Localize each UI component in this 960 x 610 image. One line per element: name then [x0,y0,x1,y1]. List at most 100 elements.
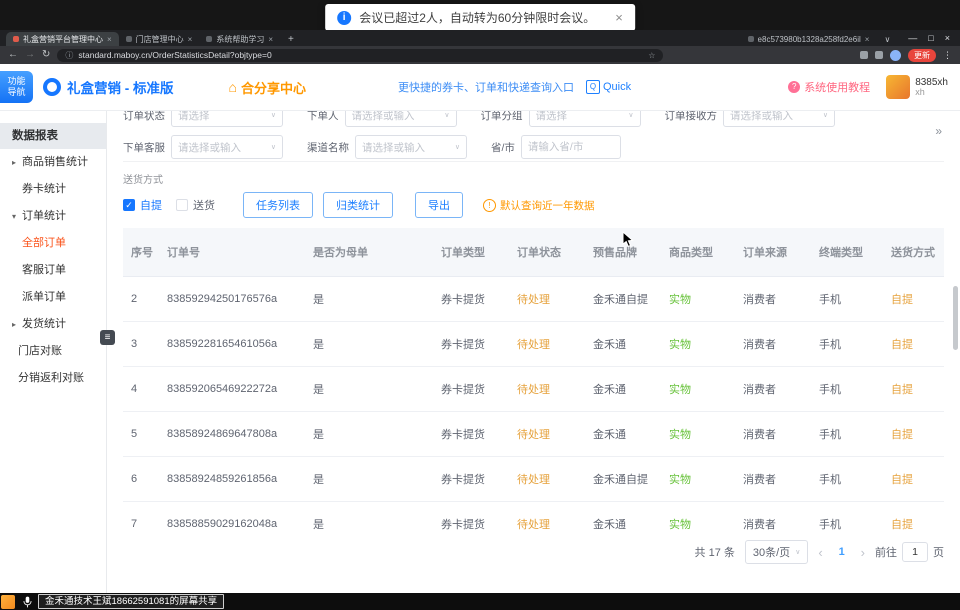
controls-row: ✓ 自提 送货 任务列表 归类统计 导出 ! 默认查询近一年数据 [123,192,944,218]
table-row[interactable]: 383859228165461056a是券卡提货待处理金禾通实物消费者手机自提 [123,322,944,367]
microphone-icon[interactable] [23,596,32,608]
province-city-input[interactable] [521,135,621,159]
cell-order_no: 83859206546922272a [159,367,305,412]
lightbulb-icon: ! [483,199,496,212]
new-tab-button[interactable]: + [288,34,294,45]
app-header: 功能 导航 礼盒营销 - 标准版 ⌂ 合分享中心 更快捷的券卡、订单和快递查询入… [0,64,960,111]
profile-avatar[interactable] [890,50,901,61]
tab-close-icon[interactable]: × [107,35,112,44]
tab-close-icon[interactable]: × [865,35,870,44]
bookmark-star-icon[interactable]: ☆ [648,51,655,60]
cell-status: 待处理 [509,322,585,367]
info-icon: i [337,11,351,25]
browser-tab[interactable]: e8c573980b1328a258fd2e6il × [741,32,877,46]
cell-order_type: 券卡提货 [433,322,509,367]
browser-tab[interactable]: 门店管理中心 × [119,32,200,46]
cell-order_no: 83858924859261856a [159,457,305,502]
chevron-right-icon: ▸ [12,149,22,176]
order-person-select[interactable]: 请选择或输入 ∨ [345,111,457,127]
minimize-icon[interactable]: — [908,33,917,43]
sidebar-item-service-orders[interactable]: 客服订单 [0,257,106,284]
cell-source: 消费者 [735,277,811,322]
column-header: 订单状态 [509,228,585,277]
browser-addressbar: ← → ↻ ⓘ standard.maboy.cn/OrderStatistic… [0,46,960,64]
cell-product_type: 实物 [661,322,735,367]
favicon-icon [126,36,132,42]
tab-close-icon[interactable]: × [268,35,273,44]
sidebar: 数据报表 ▸商品销售统计 券卡统计 ▾订单统计 全部订单 客服订单 [0,111,107,593]
meeting-topbar: i 会议已超过2人，自动转为60分钟限时会议。 × [0,0,960,30]
table-row[interactable]: 783858859029162048a是券卡提货待处理金禾通实物消费者手机自提 [123,502,944,533]
table-row[interactable]: 483859206546922272a是券卡提货待处理金禾通实物消费者手机自提 [123,367,944,412]
home-icon: ⌂ [229,79,237,95]
browser-tab-active[interactable]: 礼盒营销平台管理中心 × [6,32,119,46]
cell-order_no: 83858859029162048a [159,502,305,533]
cell-seq: 7 [123,502,159,533]
query-tip: ! 默认查询近一年数据 [483,198,595,213]
orders-head-row: 序号订单号是否为母单订单类型订单状态预售品牌商品类型订单来源终端类型送货方式 [123,228,944,277]
tab-close-icon[interactable]: × [188,35,193,44]
vertical-scrollbar-thumb[interactable] [953,286,958,350]
function-nav-toggle[interactable]: 功能 导航 [0,71,33,103]
chevron-down-icon: ∨ [444,111,449,119]
sidebar-item-order-stats[interactable]: ▾订单统计 [0,203,106,230]
delivery-checkbox[interactable]: 送货 [176,197,215,213]
prev-page-icon[interactable]: ‹ [818,545,822,560]
cell-source: 消费者 [735,322,811,367]
tutorial-link[interactable]: ? 系统使用教程 [788,79,870,95]
export-button[interactable]: 导出 [415,192,463,218]
next-page-icon[interactable]: › [861,545,865,560]
brand-title: 礼盒营销 - 标准版 [67,77,174,97]
extension-icon[interactable] [875,51,883,59]
page-size-select[interactable]: 30条/页 ∨ [745,540,808,564]
url-bar[interactable]: ⓘ standard.maboy.cn/OrderStatisticsDetai… [57,49,663,62]
sidebar-item-store-reconcile[interactable]: 门店对账 [0,338,106,365]
browser-tab[interactable]: 系统帮助学习 × [199,32,280,46]
cell-order_no: 83859294250176576a [159,277,305,322]
toast-message: 会议已超过2人，自动转为60分钟限时会议。 [359,9,595,26]
cell-delivery: 自提 [883,367,944,412]
order-status-select[interactable]: 请选择 ∨ [171,111,283,127]
table-row[interactable]: 683858924859261856a是券卡提货待处理金禾通自提实物消费者手机自… [123,457,944,502]
quick-search-button[interactable]: Q Quick [586,80,631,94]
table-row[interactable]: 583858924869647808a是券卡提货待处理金禾通实物消费者手机自提 [123,412,944,457]
pickup-checkbox[interactable]: ✓ 自提 [123,197,162,213]
sidebar-item-shipping-stats[interactable]: ▸发货统计 [0,311,106,338]
sidebar-collapse-handle[interactable]: ≡ [100,330,115,345]
screen: i 会议已超过2人，自动转为60分钟限时会议。 × 礼盒营销平台管理中心 × 门… [0,0,960,610]
reload-icon[interactable]: ↻ [42,50,50,60]
brand-link[interactable]: 礼盒营销 - 标准版 [43,77,174,97]
category-stats-button[interactable]: 归类统计 [323,192,393,218]
task-list-button[interactable]: 任务列表 [243,192,313,218]
sidebar-item-card-stats[interactable]: 券卡统计 [0,176,106,203]
sidebar-item-dispatch-orders[interactable]: 派单订单 [0,284,106,311]
cell-brand: 金禾通 [585,322,661,367]
service-agent-select[interactable]: 请选择或输入 ∨ [171,135,283,159]
back-icon[interactable]: ← [8,50,18,60]
share-center-link[interactable]: ⌂ 合分享中心 [229,78,306,97]
filter-expand-icon[interactable]: » [935,124,942,138]
sidebar-item-product-sales[interactable]: ▸商品销售统计 [0,149,106,176]
user-menu[interactable]: 8385xh xh [886,75,948,99]
close-window-icon[interactable]: × [945,33,950,43]
update-button[interactable]: 更新 [908,49,936,62]
screen-share-label: 金禾通技术王斌18662591081的屏幕共享 [38,594,224,609]
menu-kebab-icon[interactable]: ⋮ [943,50,952,61]
site-info-icon[interactable]: ⓘ [65,50,73,61]
extension-icon[interactable] [860,51,868,59]
channel-name-select[interactable]: 请选择或输入 ∨ [355,135,467,159]
cell-brand: 金禾通 [585,412,661,457]
chevron-down-icon: ∨ [628,111,633,119]
sidebar-item-rebate-reconcile[interactable]: 分销返利对账 [0,365,106,392]
maximize-icon[interactable]: □ [928,33,933,43]
table-row[interactable]: 283859294250176576a是券卡提货待处理金禾通自提实物消费者手机自… [123,277,944,322]
page-number[interactable]: 1 [833,546,851,558]
order-group-select[interactable]: 请选择 ∨ [529,111,641,127]
order-receiver-select[interactable]: 请选择或输入 ∨ [723,111,835,127]
tab-search-icon[interactable]: ∨ [884,35,890,44]
goto-page-input[interactable] [902,542,928,562]
cell-status: 待处理 [509,412,585,457]
sidebar-item-all-orders[interactable]: 全部订单 [0,230,106,257]
forward-icon[interactable]: → [25,50,35,60]
close-icon[interactable]: × [615,10,623,25]
